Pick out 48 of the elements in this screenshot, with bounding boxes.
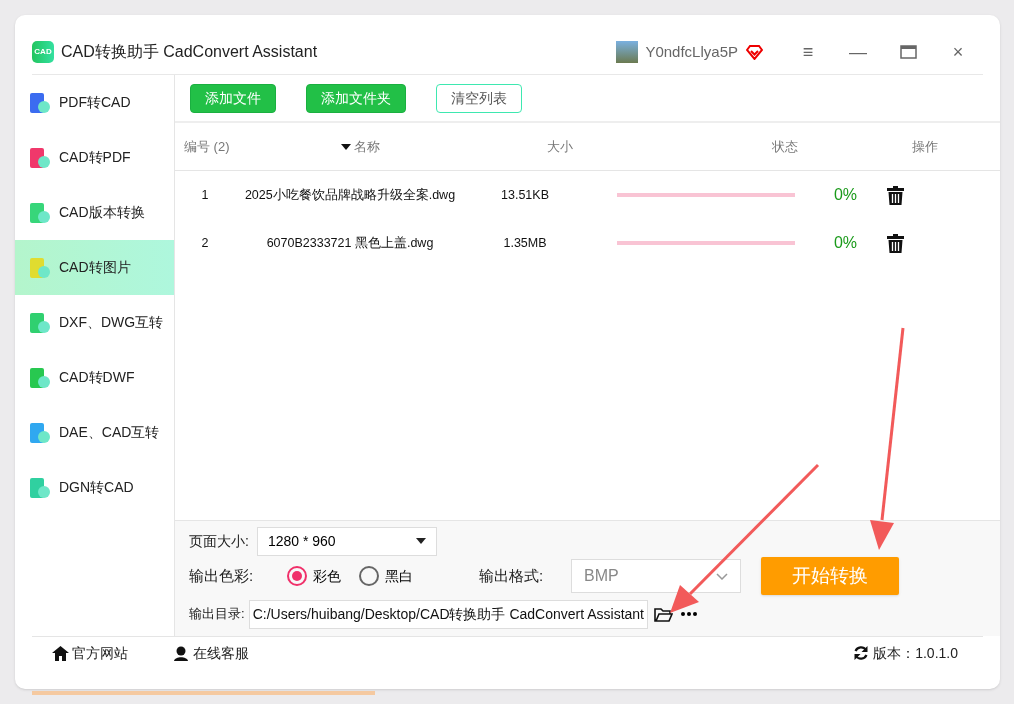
chevron-down-icon[interactable] bbox=[716, 572, 728, 580]
username[interactable]: Y0ndfcLlya5P bbox=[645, 40, 738, 64]
column-header[interactable]: 状态 bbox=[772, 136, 798, 157]
folder-icon[interactable] bbox=[654, 606, 673, 622]
avatar-photo-placeholder bbox=[616, 41, 639, 63]
home-icon[interactable] bbox=[52, 645, 69, 661]
maximize-icon[interactable] bbox=[899, 45, 917, 59]
caret-icon[interactable] bbox=[415, 538, 426, 544]
support-link[interactable]: 在线客服 bbox=[193, 642, 249, 664]
sort-icon[interactable] bbox=[340, 143, 351, 150]
website-link[interactable]: 官方网站 bbox=[72, 642, 128, 664]
more-icon[interactable] bbox=[681, 612, 697, 616]
column-header[interactable]: 名称 bbox=[353, 136, 380, 157]
clear-list-button[interactable]: 清空列表 bbox=[436, 83, 522, 113]
refresh-icon[interactable] bbox=[853, 645, 870, 661]
delete-icon[interactable] bbox=[887, 185, 904, 205]
window-title: CAD转换助手 CadConvert Assistant bbox=[61, 42, 318, 62]
sidebar-item[interactable]: CAD转图片 bbox=[15, 240, 174, 295]
page-size-dropdown[interactable]: 1280 * 960 bbox=[256, 526, 437, 556]
radio-button[interactable] bbox=[359, 566, 379, 586]
column-header[interactable]: 大小 bbox=[547, 136, 573, 157]
table-cell-text: 1.35MB bbox=[502, 234, 548, 252]
column-header[interactable]: 操作 bbox=[912, 136, 938, 157]
field-label: 输出目录: bbox=[189, 605, 245, 624]
field-label: 页面大小: bbox=[189, 531, 249, 551]
percent-text: 0% bbox=[832, 233, 857, 253]
table-cell-text: 1 bbox=[200, 186, 210, 204]
option-label: 彩色 bbox=[313, 566, 341, 586]
app-logo: CAD bbox=[32, 41, 54, 63]
format-dropdown[interactable]: BMP bbox=[571, 559, 741, 593]
percent-text: 0% bbox=[832, 185, 857, 205]
field-label: 输出格式: bbox=[479, 565, 545, 586]
table-cell-text: 2 bbox=[200, 234, 210, 252]
field-label: 输出色彩: bbox=[189, 565, 255, 586]
delete-icon[interactable] bbox=[887, 233, 904, 253]
column-header[interactable]: 编号 (2) bbox=[184, 136, 230, 157]
support-agent-icon[interactable] bbox=[173, 645, 189, 661]
table-cell-text: 13.51KB bbox=[500, 186, 550, 204]
vip-diamond-icon[interactable] bbox=[746, 44, 763, 60]
radio-button[interactable] bbox=[287, 566, 307, 586]
menu-button[interactable]: ≡ bbox=[783, 37, 833, 67]
version-text: 版本：1.0.1.0 bbox=[873, 643, 958, 663]
close-button[interactable]: × bbox=[933, 37, 983, 67]
option-label: 黑白 bbox=[385, 566, 413, 586]
table-cell-text: 2025小吃餐饮品牌战略升级全案.dwg bbox=[243, 186, 457, 204]
output-path-field[interactable]: C:/Users/huibang/Desktop/CAD转换助手 CadConvert Assistant bbox=[248, 599, 648, 629]
table-cell-text: 6070B2333721 黑色上盖.dwg bbox=[265, 234, 435, 252]
minimize-button[interactable]: — bbox=[833, 37, 883, 67]
